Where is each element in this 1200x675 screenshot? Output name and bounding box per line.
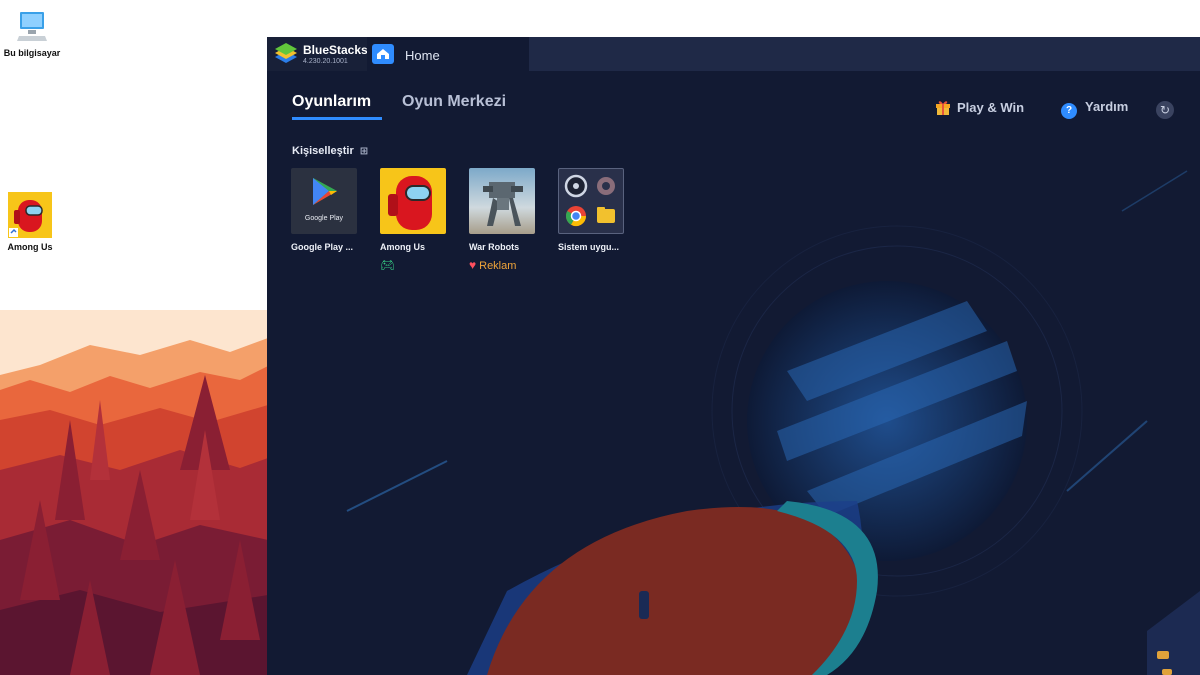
desktop: Bu bilgisayar Among Us BlueStacks 4.230.… bbox=[0, 0, 1200, 675]
active-tab-indicator bbox=[292, 117, 382, 120]
desktop-icon-among-us[interactable]: Among Us bbox=[0, 192, 60, 252]
space-background bbox=[267, 71, 1200, 675]
personalize-label: Kişiselleştir bbox=[292, 145, 354, 157]
tab-oyunlarim[interactable]: Oyunlarım bbox=[292, 93, 371, 111]
among-us-icon bbox=[380, 168, 446, 234]
tab-home[interactable]: Home bbox=[367, 37, 529, 71]
system-apps-icon bbox=[558, 168, 624, 234]
computer-icon bbox=[17, 12, 47, 41]
tab-home-label: Home bbox=[405, 48, 440, 63]
bluestacks-window: BlueStacks 4.230.20.1001 Home Oyunlarım … bbox=[267, 37, 1200, 675]
gamepad-icon: 🎮︎ bbox=[380, 258, 396, 272]
desktop-icon-this-pc[interactable]: Bu bilgisayar bbox=[2, 8, 62, 58]
desktop-icon-label: Among Us bbox=[7, 242, 53, 252]
app-name-label: Sistem uygu... bbox=[558, 242, 620, 252]
bluestacks-logo-area: BlueStacks 4.230.20.1001 bbox=[267, 37, 368, 71]
help-button[interactable]: ? Yardım bbox=[1061, 99, 1128, 119]
help-label: Yardım bbox=[1085, 99, 1129, 114]
app-war-robots[interactable]: War Robots ♥ Reklam bbox=[469, 168, 535, 272]
ad-label: Reklam bbox=[479, 260, 517, 272]
help-icon: ? bbox=[1061, 103, 1077, 119]
gift-icon bbox=[936, 101, 950, 115]
google-play-thumb-text: Google Play bbox=[304, 215, 344, 222]
play-win-label: Play & Win bbox=[957, 100, 1025, 115]
grid-settings-icon: ⊞ bbox=[359, 146, 369, 157]
app-among-us[interactable]: Among Us 🎮︎ bbox=[380, 168, 446, 272]
app-google-play[interactable]: Google Play Google Play ... bbox=[291, 168, 357, 252]
title-bar: BlueStacks 4.230.20.1001 Home bbox=[267, 37, 1200, 71]
ad-badge: ♥ Reklam bbox=[469, 258, 535, 272]
war-robots-icon bbox=[469, 168, 535, 234]
app-name: BlueStacks bbox=[303, 43, 368, 57]
app-name-label: Google Play ... bbox=[291, 242, 354, 252]
heart-icon: ♥ bbox=[469, 258, 477, 272]
play-win-button[interactable]: Play & Win bbox=[935, 99, 1024, 115]
app-version: 4.230.20.1001 bbox=[303, 58, 348, 65]
tab-oyun-merkezi[interactable]: Oyun Merkezi bbox=[402, 93, 506, 111]
app-name-label: Among Us bbox=[380, 242, 425, 252]
google-play-icon: Google Play bbox=[291, 168, 357, 234]
refresh-icon[interactable]: ↻ bbox=[1156, 101, 1174, 119]
home-icon bbox=[372, 44, 394, 64]
personalize-button[interactable]: Kişiselleştir ⊞ bbox=[292, 145, 368, 157]
app-system-apps[interactable]: Sistem uygu... bbox=[558, 168, 624, 252]
desktop-wallpaper bbox=[0, 0, 268, 675]
bluestacks-logo-icon bbox=[275, 43, 297, 63]
desktop-icon-label: Bu bilgisayar bbox=[3, 48, 61, 58]
app-name-label: War Robots bbox=[469, 242, 520, 252]
among-us-icon bbox=[8, 192, 52, 238]
